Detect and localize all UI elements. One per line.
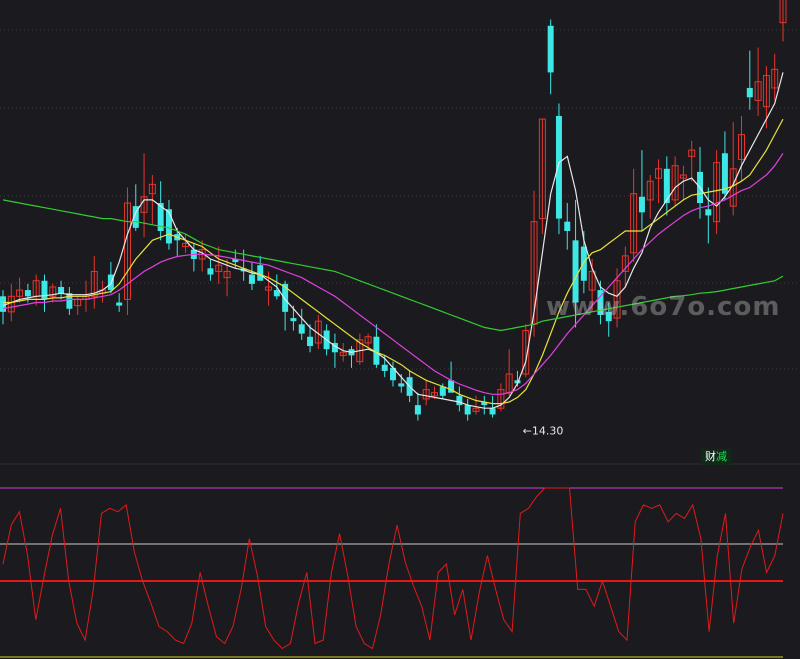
candle-down <box>298 324 305 334</box>
candle-down <box>456 395 463 406</box>
candle-down <box>165 209 172 244</box>
candle-down <box>381 364 388 371</box>
candle-down <box>290 318 297 322</box>
candle-down <box>555 115 562 219</box>
candle-down <box>58 286 65 294</box>
candle-down <box>564 221 571 231</box>
badge-char-1: 财 <box>705 450 716 463</box>
candle-down <box>257 265 264 281</box>
candle-down <box>0 296 6 312</box>
candle-down <box>580 246 587 281</box>
candle-down <box>705 209 712 216</box>
candle-down <box>307 336 314 347</box>
candle-down <box>248 274 255 284</box>
watermark: www.6o7o.com <box>546 292 781 322</box>
candle-down <box>547 25 554 73</box>
candle-down <box>398 383 405 387</box>
candle-down <box>116 302 123 306</box>
candle-down <box>66 293 73 309</box>
candle-down <box>638 196 645 213</box>
badge-char-2: 减 <box>716 450 727 463</box>
candle-down <box>489 408 496 415</box>
candle-down <box>24 290 31 297</box>
low-price-label: ←14.30 <box>523 424 564 437</box>
candle-down <box>663 168 670 204</box>
chart-background <box>0 0 800 659</box>
fin-badge: 财减 <box>701 449 731 465</box>
stock-chart: ←14.30 <box>0 0 800 659</box>
candle-down <box>207 268 214 275</box>
candle-down <box>41 280 48 300</box>
candle-down <box>464 405 471 415</box>
candle-down <box>746 87 753 98</box>
candle-down <box>414 405 421 415</box>
